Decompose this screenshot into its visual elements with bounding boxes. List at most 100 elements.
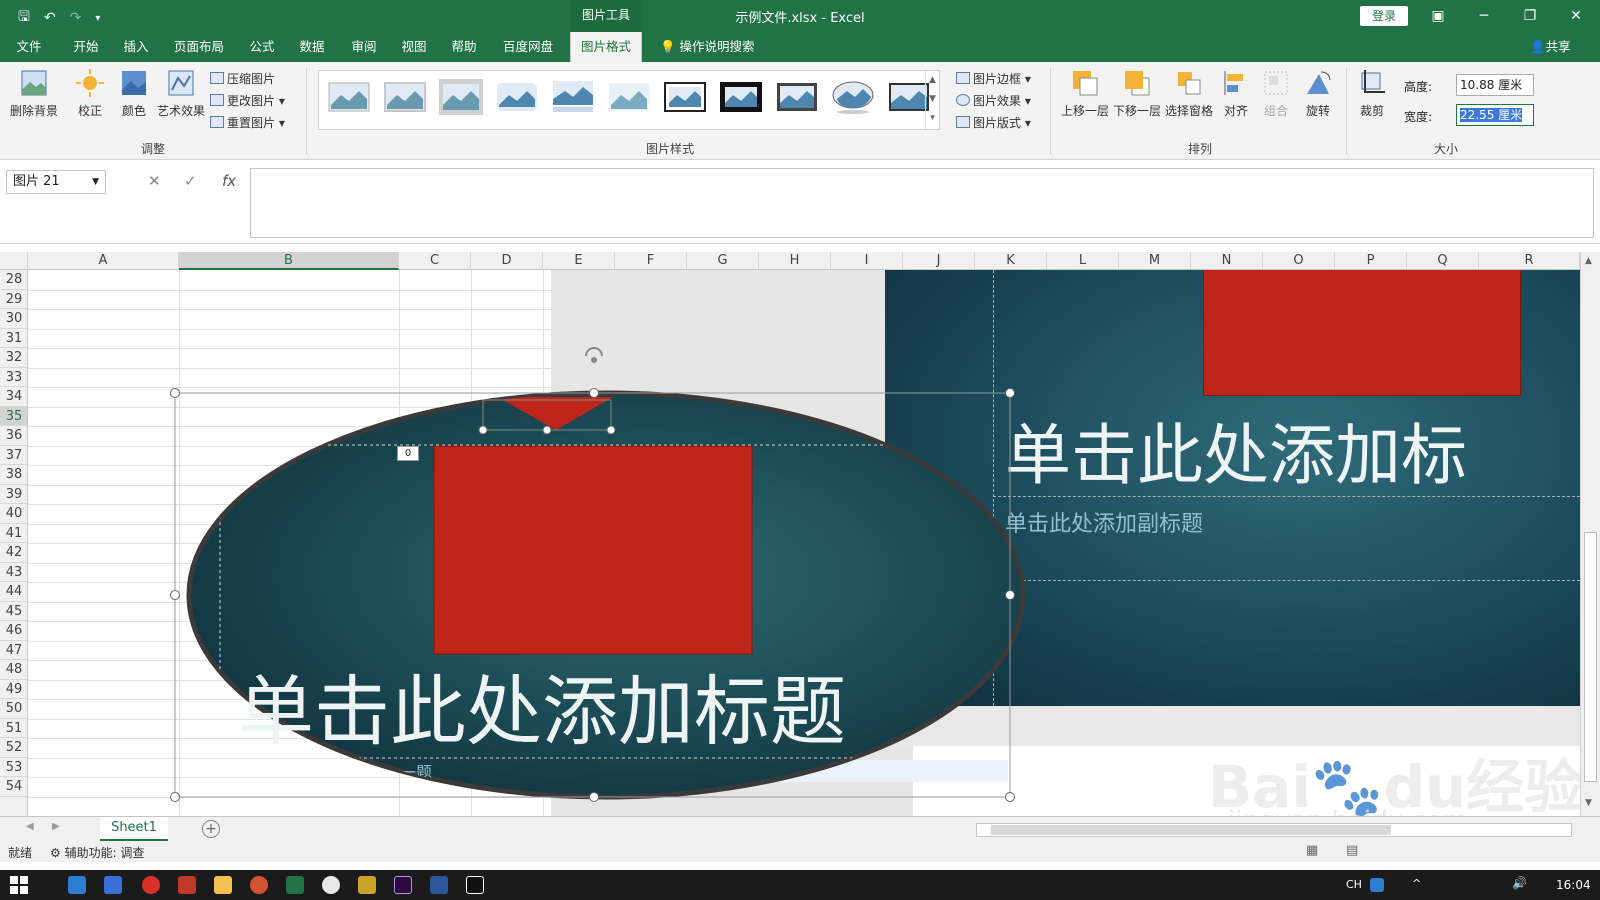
resize-handle[interactable] [589,388,599,398]
resize-handle[interactable] [542,425,552,435]
column-header[interactable]: R [1479,252,1580,270]
column-header[interactable]: C [399,252,471,270]
crop-button[interactable]: 裁剪 [1352,68,1392,119]
excel-icon[interactable] [286,876,304,894]
row-header[interactable]: 49 [0,680,27,699]
volume-icon[interactable]: 🔊 [1512,876,1527,890]
row-header[interactable]: 33 [0,368,27,387]
picture-effects-button[interactable]: 图片效果 ▾ [956,92,1031,109]
row-header[interactable]: 38 [0,465,27,485]
taskbar-app-icon[interactable] [68,876,86,894]
row-header[interactable]: 42 [0,543,27,563]
height-input[interactable]: 10.88 厘米 [1456,74,1534,96]
row-header[interactable]: 32 [0,348,27,368]
row-header[interactable]: 36 [0,426,27,446]
resize-handle[interactable] [170,590,180,600]
worksheet-grid[interactable]: 单击此处添加标 单击此处添加副标题 一题 0 单击此处添加标题 Bai🐾du经验 [28,270,1580,816]
ime-indicator[interactable]: CH [1346,878,1362,891]
group-button[interactable]: 组合 [1258,68,1294,119]
row-header[interactable]: 45 [0,602,27,621]
red-rectangle-shape[interactable] [433,445,753,655]
tab-page-layout[interactable]: 页面布局 [168,32,230,62]
tab-data[interactable]: 数据 [294,32,330,62]
column-header[interactable]: K [975,252,1047,270]
windows-start-icon[interactable] [10,876,28,894]
column-header[interactable]: E [543,252,615,270]
row-header[interactable]: 41 [0,524,27,543]
maximize-icon[interactable]: ❐ [1510,4,1550,28]
width-input[interactable]: 22.55 厘米 [1456,104,1534,126]
column-header[interactable]: G [687,252,759,270]
ribbon-display-icon[interactable]: ▣ [1418,4,1458,28]
column-header[interactable]: O [1263,252,1335,270]
select-all-corner[interactable] [0,252,28,270]
column-header[interactable]: M [1119,252,1191,270]
resize-handle[interactable] [589,792,599,802]
column-header[interactable]: B [179,252,399,270]
insert-function-icon[interactable]: fx [222,172,236,190]
vertical-scrollbar[interactable]: ▲ ▼ [1580,252,1600,816]
row-header[interactable]: 51 [0,719,27,738]
tab-home[interactable]: 开始 [66,32,106,62]
row-header[interactable]: 46 [0,621,27,641]
row-header[interactable]: 30 [0,309,27,329]
resize-handle[interactable] [606,425,616,435]
color-button[interactable]: 颜色 [114,68,154,119]
taskbar-app-icon[interactable] [358,876,376,894]
tab-file[interactable]: 文件 [12,32,46,62]
row-header[interactable]: 28 [0,270,27,290]
artistic-effects-button[interactable]: 艺术效果 [156,68,206,119]
gallery-down-icon[interactable]: ▼ [926,90,939,109]
column-header[interactable]: Q [1407,252,1479,270]
taskbar-app-icon[interactable] [178,876,196,894]
tab-baidu-netdisk[interactable]: 百度网盘 [496,32,560,62]
taskbar-clock[interactable]: 16:04 [1556,878,1591,892]
resize-handle[interactable] [1005,590,1015,600]
word-icon[interactable] [430,876,448,894]
picture-style-thumb[interactable] [775,79,819,115]
tab-picture-format[interactable]: 图片格式 [570,32,642,62]
column-header[interactable]: H [759,252,831,270]
resize-handle[interactable] [478,425,488,435]
rotate-button[interactable]: 旋转 [1300,68,1336,119]
picture-style-thumb[interactable] [327,79,371,115]
column-header[interactable]: J [903,252,975,270]
premiere-icon[interactable] [394,876,412,894]
redo-icon[interactable]: ↷ [70,10,82,26]
row-header[interactable]: 50 [0,699,27,719]
picture-style-thumb[interactable] [439,79,483,115]
picture-layout-button[interactable]: 图片版式 ▾ [956,114,1031,131]
row-header[interactable]: 43 [0,563,27,582]
row-header[interactable]: 40 [0,504,27,524]
picture-style-thumb[interactable] [719,79,763,115]
tell-me-search[interactable]: 💡 操作说明搜索 [660,32,755,62]
column-header[interactable]: D [471,252,543,270]
name-box[interactable]: 图片 21 ▼ [6,170,106,194]
save-icon[interactable]: 🖫 [18,6,30,30]
remove-background-button[interactable]: 删除背景 [8,68,60,119]
row-header[interactable]: 35 [0,406,27,426]
column-header[interactable]: I [831,252,903,270]
formula-input[interactable] [250,168,1594,238]
chrome-icon[interactable] [322,876,340,894]
enter-icon[interactable]: ✓ [184,172,197,190]
vertical-scroll-thumb[interactable] [1584,532,1597,782]
folder-icon[interactable] [214,876,232,894]
picture-style-thumb[interactable] [551,79,595,115]
row-header[interactable]: 54 [0,777,27,797]
picture-style-thumb[interactable] [607,79,651,115]
scroll-down-icon[interactable]: ▼ [1585,798,1592,808]
column-header[interactable]: L [1047,252,1119,270]
tray-icon[interactable] [1370,878,1384,892]
gallery-more-icon[interactable]: ▾ [926,109,939,128]
tab-review[interactable]: 审阅 [346,32,382,62]
column-header[interactable]: N [1191,252,1263,270]
customize-qat-icon[interactable]: ▾ [95,13,100,24]
send-backward-button[interactable]: 下移一层 [1112,68,1162,119]
tab-insert[interactable]: 插入 [116,32,156,62]
picture-style-thumb[interactable] [383,79,427,115]
name-box-dropdown-icon[interactable]: ▼ [92,171,99,193]
reset-picture-button[interactable]: 重置图片 ▾ [210,114,285,131]
row-header[interactable]: 53 [0,758,27,777]
page-layout-view-icon[interactable]: ▤ [1346,843,1358,858]
